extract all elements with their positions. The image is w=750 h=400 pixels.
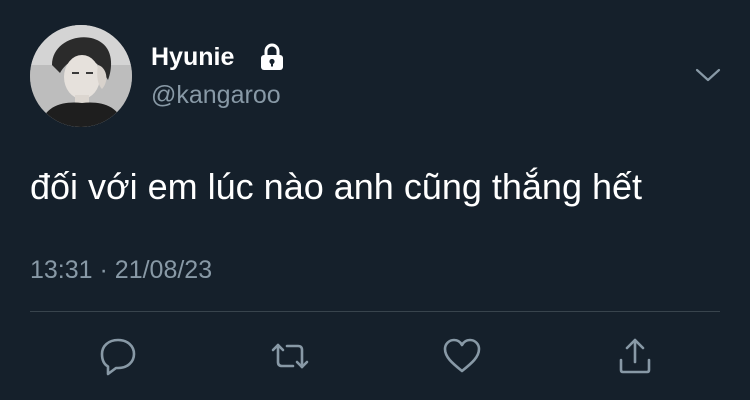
user-handle[interactable]: @kangaroo — [151, 80, 281, 110]
heart-icon — [443, 338, 481, 373]
tweet-time: 13:31 — [30, 256, 93, 284]
share-icon — [619, 338, 651, 374]
display-name[interactable]: Hyunie — [151, 42, 234, 72]
share-button[interactable] — [613, 334, 657, 378]
reply-button[interactable] — [96, 334, 140, 378]
tweet-text: đối với em lúc nào anh cũng thắng hết — [30, 166, 643, 207]
timestamp-separator: · — [99, 256, 108, 284]
reply-icon — [100, 338, 136, 376]
tweet-timestamp[interactable]: 13:31 · 21/08/23 — [30, 255, 212, 285]
retweet-button[interactable] — [268, 334, 312, 378]
like-button[interactable] — [440, 334, 484, 378]
divider — [30, 311, 720, 312]
avatar-photo — [30, 25, 132, 127]
avatar[interactable] — [30, 25, 132, 127]
tweet-menu-button[interactable] — [692, 60, 724, 90]
tweet-date: 21/08/23 — [114, 256, 213, 284]
retweet-icon — [271, 343, 309, 369]
tweet-card: Hyunie @kangaroo đối với em lúc nào anh … — [0, 0, 750, 400]
chevron-down-icon — [695, 68, 721, 82]
lock-icon — [261, 43, 283, 70]
